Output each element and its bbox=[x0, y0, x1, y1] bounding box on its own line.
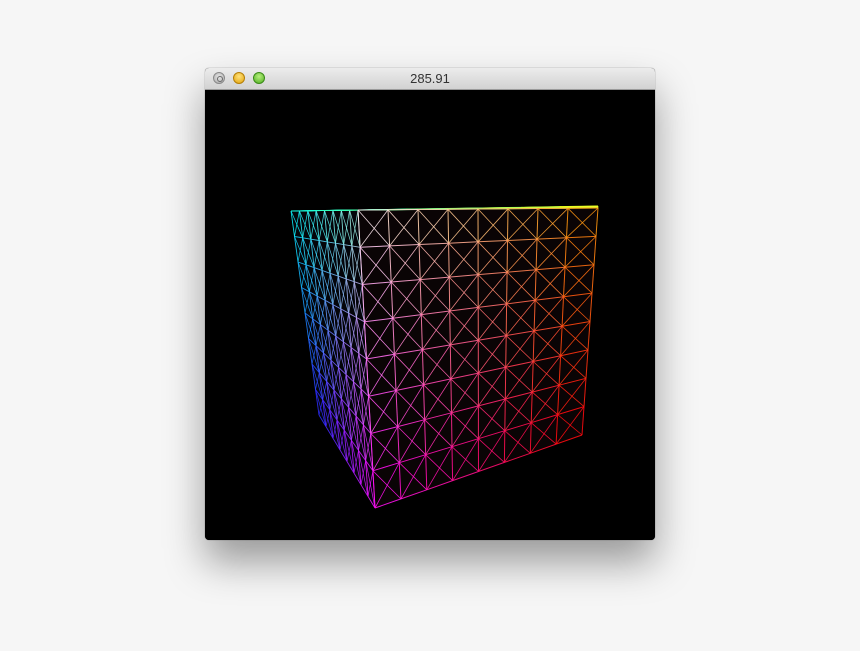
desktop: 285.91 bbox=[0, 0, 860, 651]
title-bar[interactable]: 285.91 bbox=[205, 68, 655, 90]
front-grid-line bbox=[448, 277, 451, 312]
cube-mesh bbox=[290, 205, 599, 509]
window-title: 285.91 bbox=[410, 71, 450, 86]
front-grid-line bbox=[507, 208, 509, 241]
front-grid-line bbox=[448, 243, 450, 278]
app-window: 285.91 bbox=[205, 68, 655, 540]
front-grid-line bbox=[449, 344, 452, 379]
front-grid-line bbox=[447, 209, 450, 244]
front-grid-line bbox=[451, 446, 454, 481]
front-grid-line bbox=[451, 412, 453, 447]
front-grid-line bbox=[450, 378, 452, 413]
front-grid-line bbox=[449, 310, 451, 345]
front-grid-line bbox=[504, 398, 506, 431]
gl-viewport[interactable] bbox=[205, 90, 655, 540]
wireframe-cube bbox=[290, 205, 599, 509]
front-grid-line bbox=[505, 335, 507, 368]
front-grid-line bbox=[506, 272, 508, 304]
